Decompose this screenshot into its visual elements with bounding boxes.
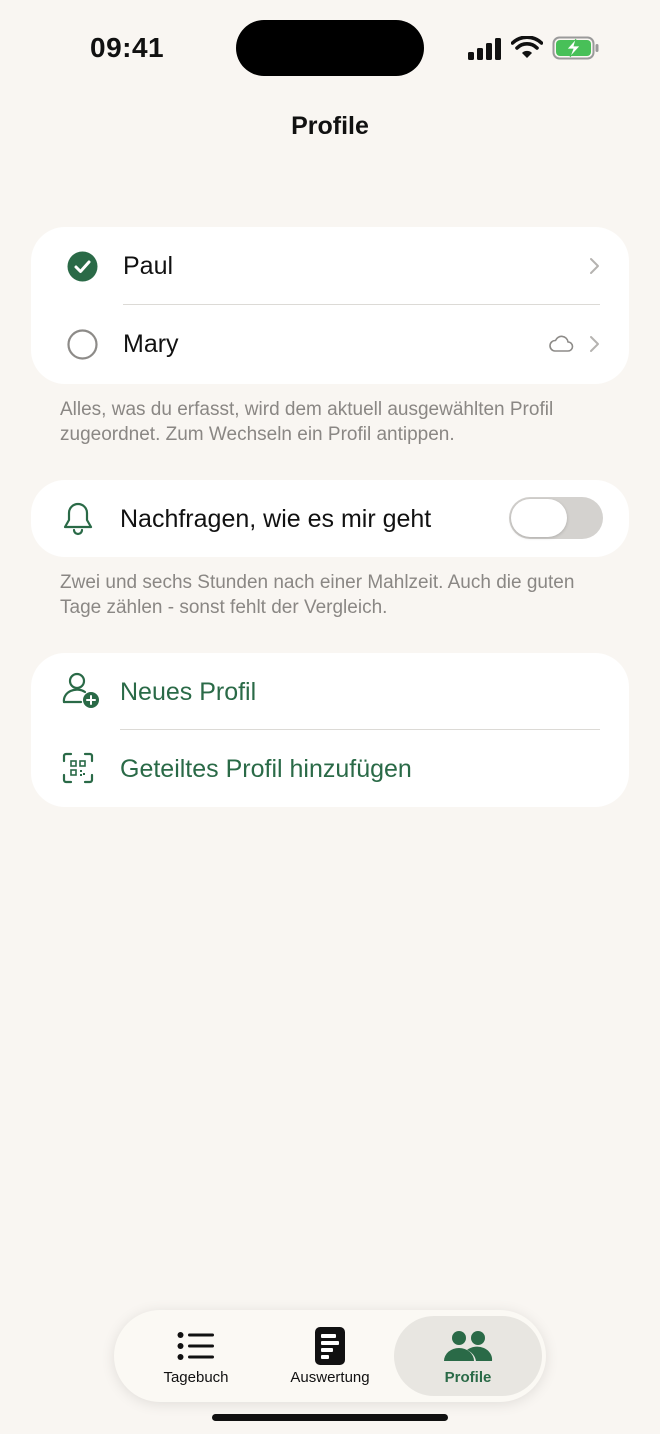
chevron-right-icon [590, 258, 599, 274]
toggle-knob [511, 499, 567, 537]
page-title: Profile [291, 112, 369, 140]
checkmark-circle-icon [67, 251, 98, 282]
notification-card: Nachfragen, wie es mir geht [31, 480, 629, 557]
tab-label: Tagebuch [163, 1369, 229, 1386]
new-profile-button[interactable]: Neues Profil [31, 653, 629, 730]
cellular-signal-icon [468, 38, 501, 60]
new-profile-label: Neues Profil [120, 678, 257, 706]
dynamic-island [236, 20, 424, 76]
profile-row-paul[interactable]: Paul [31, 227, 629, 305]
notification-footnote: Zwei und sechs Stunden nach einer Mahlze… [60, 572, 575, 618]
bell-icon [63, 502, 93, 536]
profiles-list: Paul Mary [31, 227, 629, 384]
tab-profile[interactable]: Profile [394, 1310, 542, 1402]
qr-scan-icon [62, 752, 94, 784]
status-bar: 09:41 [0, 0, 660, 100]
report-icon [315, 1327, 345, 1365]
notification-label: Nachfragen, wie es mir geht [120, 505, 432, 533]
actions-card: Neues Profil Geteiltes Profil hinzufügen [31, 653, 629, 807]
profiles-footnote: Alles, was du erfasst, wird dem aktuell … [60, 399, 554, 445]
profile-name: Mary [123, 330, 179, 358]
home-indicator [212, 1414, 448, 1421]
wifi-icon [511, 36, 543, 58]
people-icon [444, 1331, 493, 1361]
battery-charging-icon [552, 36, 599, 60]
profile-row-mary[interactable]: Mary [31, 305, 629, 384]
status-time: 09:41 [90, 32, 165, 63]
profile-name: Paul [123, 252, 174, 280]
tab-auswertung[interactable]: Auswertung [256, 1310, 404, 1402]
tab-tagebuch[interactable]: Tagebuch [122, 1310, 270, 1402]
list-icon [177, 1332, 214, 1360]
empty-circle-icon [67, 329, 98, 360]
notification-toggle[interactable] [509, 497, 603, 539]
tab-label: Auswertung [290, 1369, 370, 1386]
add-shared-profile-button[interactable]: Geteiltes Profil hinzufügen [31, 730, 629, 807]
tab-bar: Tagebuch Auswertung Profile [114, 1310, 546, 1402]
add-shared-profile-label: Geteiltes Profil hinzufügen [120, 755, 412, 783]
cloud-icon [549, 335, 574, 352]
tab-label: Profile [444, 1369, 492, 1386]
chevron-right-icon [590, 336, 599, 352]
add-person-icon [62, 672, 99, 708]
